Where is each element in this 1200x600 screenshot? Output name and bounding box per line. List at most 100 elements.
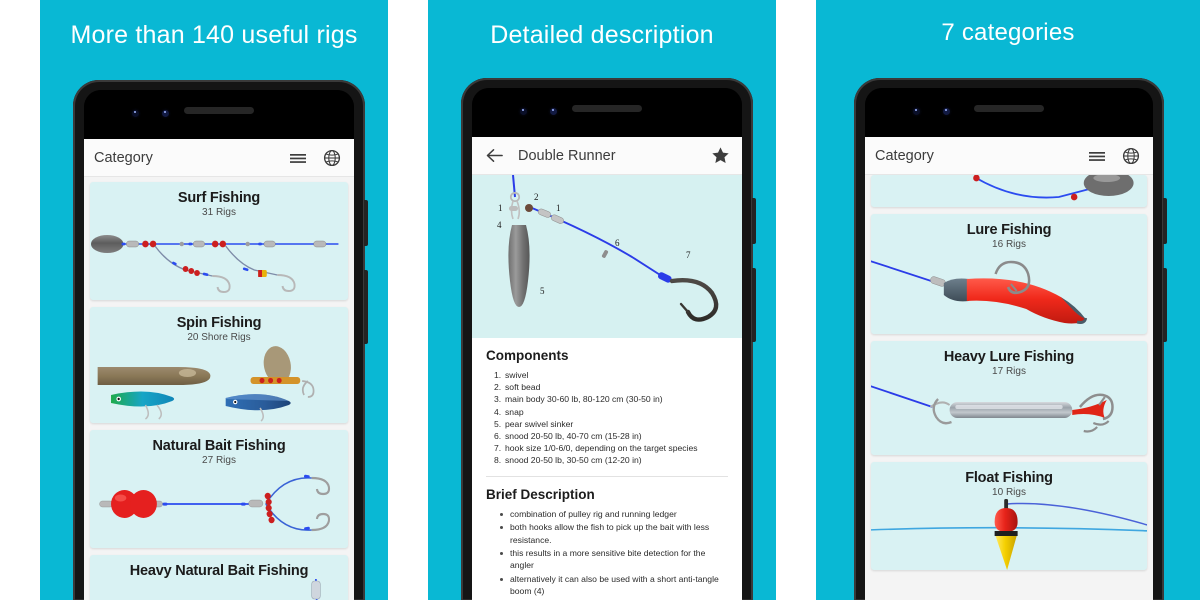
category-rig-count: 20 Shore Rigs [187, 332, 251, 343]
rig-hero-image-double-runner: 1 2 1 4 5 6 7 [472, 175, 742, 338]
front-sensor-icon [943, 108, 950, 115]
back-arrow-icon[interactable] [482, 144, 506, 168]
front-camera-icon [132, 110, 139, 117]
category-card-surf-fishing[interactable]: Surf Fishing 31 Rigs [90, 182, 348, 300]
category-artwork-float [871, 498, 1147, 570]
phone-notch-area [84, 90, 354, 139]
category-card-float-fishing[interactable]: Float Fishing 10 Rigs [871, 462, 1147, 570]
component-item: 4. snap [494, 406, 524, 417]
category-title: Float Fishing [965, 470, 1053, 486]
panel-headline-1: More than 140 useful rigs [70, 21, 358, 49]
panel-headline-3: 7 categories [941, 19, 1075, 46]
phone-screen-1: Category Surf Fishing 31 Rigs Spin Fishi… [84, 139, 354, 600]
phone-screen-3: Category Lure Fishing 16 Rigs Heavy Lure… [865, 137, 1153, 600]
phone-mockup-1: Category Surf Fishing 31 Rigs Spin Fishi… [73, 80, 368, 600]
category-artwork-soft-lure [871, 250, 1147, 334]
svg-text:5: 5 [540, 286, 545, 296]
category-card-lure-fishing[interactable]: Lure Fishing 16 Rigs [871, 214, 1147, 334]
category-title: Spin Fishing [176, 315, 262, 331]
component-item: 1. swivel [494, 370, 529, 380]
phone-mockup-2: Double Runner 1 2 1 4 5 6 7 Components 1… [461, 78, 756, 600]
front-sensor-icon [162, 110, 169, 117]
category-title: Heavy Natural Bait Fishing [129, 563, 309, 579]
star-filled-icon[interactable] [708, 144, 732, 168]
svg-text:7: 7 [686, 250, 691, 260]
app-bar-detail: Double Runner [472, 137, 742, 175]
component-item: 3. main body 30-60 lb, 80-120 cm (30-50 i… [494, 394, 663, 405]
app-bar-title-detail: Double Runner [518, 147, 616, 164]
earpiece-speaker [572, 105, 642, 112]
detail-content[interactable]: 1 2 1 4 5 6 7 Components 1. swivel 2. so… [472, 175, 742, 600]
brief-item: both hooks allow the fish to pick up the… [500, 521, 728, 546]
component-item: 6. snood 20-50 lb, 40-70 cm (15-28 in) [494, 431, 642, 442]
phone-side-button-power[interactable] [752, 268, 756, 342]
category-rig-count: 16 Rigs [992, 239, 1026, 250]
globe-icon[interactable] [320, 146, 344, 170]
phone-side-button-power[interactable] [1163, 268, 1167, 342]
component-item: 2. soft bead [494, 382, 541, 393]
phone-side-button-power[interactable] [364, 270, 368, 344]
components-section: Components 1. swivel 2. soft bead 3. main b… [472, 338, 742, 467]
category-card-heavy-natural-bait-fishing[interactable]: Heavy Natural Bait Fishing [90, 555, 348, 600]
app-bar-title-3: Category [875, 147, 934, 164]
category-rig-count: 17 Rigs [992, 366, 1026, 377]
category-title: Lure Fishing [966, 222, 1052, 238]
svg-text:4: 4 [497, 220, 502, 230]
globe-icon[interactable] [1119, 144, 1143, 168]
hamburger-menu-icon[interactable] [1085, 144, 1109, 168]
app-bar-title-1: Category [94, 149, 153, 166]
phone-mockup-3: Category Lure Fishing 16 Rigs Heavy Lure… [854, 78, 1167, 600]
hamburger-menu-icon[interactable] [286, 146, 310, 170]
category-artwork-partial-rig [871, 175, 1147, 207]
category-rig-count: 31 Rigs [202, 207, 236, 218]
screenshot-stage: More than 140 useful rigs Category Surf … [0, 0, 1200, 600]
category-artwork-heavy-bait-rig [90, 579, 348, 600]
category-artwork-spin-lures [90, 343, 348, 423]
front-camera-icon [913, 108, 920, 115]
svg-text:1: 1 [498, 203, 503, 213]
svg-text:6: 6 [615, 238, 620, 248]
category-title: Surf Fishing [177, 190, 261, 206]
category-artwork-pirk-lure [871, 377, 1147, 455]
component-item: 5. pear swivel sinker [494, 418, 574, 429]
brief-description-section: Brief Description combination of pulley … [472, 477, 742, 598]
svg-text:1: 1 [556, 203, 561, 213]
phone-screen-2: Double Runner 1 2 1 4 5 6 7 Components 1… [472, 137, 742, 600]
brief-description-list: combination of pulley rig and running le… [486, 508, 728, 598]
brief-description-heading: Brief Description [486, 486, 595, 502]
category-artwork-surf-rig [90, 218, 348, 300]
panel-headline-2: Detailed description [490, 21, 714, 49]
panel-seven-categories: 7 categories Category Lure Fishing 16 Ri… [816, 0, 1200, 600]
phone-notch-area [472, 88, 742, 137]
panel-detail-description: Detailed description Double Runner 1 2 1… [428, 0, 776, 600]
category-card-spin-fishing[interactable]: Spin Fishing 20 Shore Rigs [90, 307, 348, 423]
earpiece-speaker [974, 105, 1044, 112]
svg-text:2: 2 [534, 192, 539, 202]
category-card-natural-bait-fishing[interactable]: Natural Bait Fishing 27 Rigs [90, 430, 348, 548]
brief-item: alternatively it can also be used with a… [500, 573, 728, 598]
front-camera-icon [520, 108, 527, 115]
category-rig-count: 10 Rigs [992, 487, 1026, 498]
phone-side-button-volume[interactable] [1163, 198, 1167, 244]
category-rig-count: 27 Rigs [202, 455, 236, 466]
component-item: 7. hook size 1/0-6/0, depending on the ta… [494, 443, 698, 454]
brief-item: combination of pulley rig and running le… [500, 508, 728, 520]
phone-side-button-volume[interactable] [752, 198, 756, 244]
component-item: 8. snood 20-50 lb, 30-50 cm (12-20 in) [494, 455, 642, 466]
category-card-partial-top[interactable] [871, 175, 1147, 207]
category-list-3[interactable]: Lure Fishing 16 Rigs Heavy Lure Fishing … [865, 175, 1153, 600]
category-artwork-bait-rig [90, 466, 348, 548]
app-bar-category-3: Category [865, 137, 1153, 175]
components-heading: Components [486, 348, 569, 363]
brief-item: this results in a more sensitive bite de… [500, 547, 728, 572]
category-title: Natural Bait Fishing [152, 438, 286, 454]
panel-categories-overview: More than 140 useful rigs Category Surf … [40, 0, 388, 600]
front-sensor-icon [550, 108, 557, 115]
components-list: 1. swivel 2. soft bead 3. main body 30-60 l… [486, 369, 728, 467]
phone-notch-area [865, 88, 1153, 137]
category-card-heavy-lure-fishing[interactable]: Heavy Lure Fishing 17 Rigs [871, 341, 1147, 455]
category-title: Heavy Lure Fishing [943, 349, 1075, 365]
category-list-1[interactable]: Surf Fishing 31 Rigs Spin Fishing 20 Sho… [84, 177, 354, 600]
earpiece-speaker [184, 107, 254, 114]
phone-side-button-volume[interactable] [364, 200, 368, 246]
